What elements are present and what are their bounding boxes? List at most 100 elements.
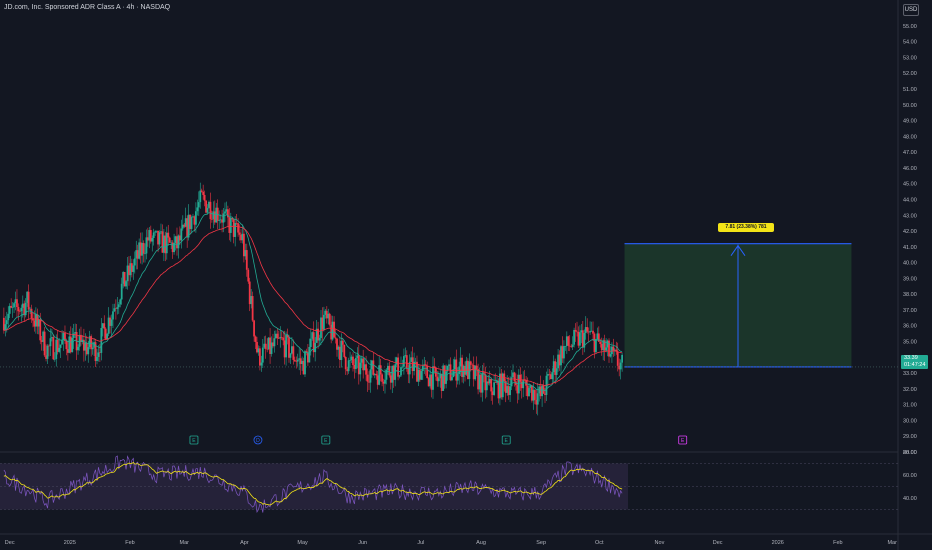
y-tick-label: 48.00	[903, 134, 917, 140]
currency-button[interactable]: USD	[903, 4, 919, 16]
candle-body	[475, 365, 478, 370]
rsi-tick-label: 40.00	[903, 496, 917, 502]
candle-body	[280, 336, 283, 338]
candle-body	[158, 232, 161, 245]
candle-body	[509, 386, 511, 396]
candle-body	[224, 211, 226, 214]
candle-body	[341, 340, 344, 345]
candle-body	[564, 345, 567, 347]
candle-body	[247, 269, 250, 282]
x-tick-label: Feb	[833, 540, 842, 546]
candle-body	[154, 231, 157, 233]
candle-body	[167, 232, 170, 238]
y-tick-label: 51.00	[903, 87, 917, 93]
candle-body	[273, 338, 276, 347]
candle-body	[574, 329, 577, 332]
candle-body	[426, 365, 429, 379]
candle-body	[97, 352, 100, 357]
earnings-marker: E	[678, 435, 688, 445]
candle-body	[437, 378, 440, 382]
candle-body	[328, 313, 331, 325]
candle-body	[567, 336, 570, 346]
candle-body	[528, 387, 530, 397]
candle-body	[206, 207, 209, 213]
candle-body	[555, 368, 558, 375]
x-tick-label: Apr	[240, 540, 249, 546]
candle-body	[168, 237, 171, 243]
candle-body	[222, 213, 225, 223]
candle-body	[388, 365, 391, 376]
candle-body	[116, 307, 119, 309]
y-tick-label: 44.00	[903, 197, 917, 203]
candle-body	[405, 355, 408, 369]
price-chart[interactable]: 55.00 54.00 53.00 52.00 51.00 50.00 49.00 48.00…	[0, 0, 932, 550]
x-tick-label: Mar	[180, 540, 190, 546]
candle-body	[203, 194, 206, 201]
candle-body	[117, 304, 120, 308]
candle-body	[58, 347, 61, 352]
candle-body	[456, 374, 459, 381]
candle-body	[289, 353, 292, 358]
candle-body	[292, 346, 295, 360]
candle-body	[365, 364, 367, 375]
candle-body	[43, 331, 46, 356]
candle-body	[202, 191, 205, 195]
candle-body	[609, 354, 612, 357]
dividend-marker: D	[253, 435, 263, 445]
candle-body	[77, 346, 79, 351]
candle-body	[285, 334, 287, 358]
rsi-tick-label: 60.00	[903, 473, 917, 479]
candle-body	[72, 333, 75, 338]
symbol-title: JD.com, Inc. Sponsored ADR Class A · 4h …	[4, 4, 171, 11]
candle-body	[112, 311, 114, 320]
candle-body	[237, 223, 239, 233]
y-tick-label: 40.00	[903, 261, 917, 267]
candle-body	[190, 217, 193, 229]
candle-body	[384, 379, 386, 384]
candle-body	[536, 393, 539, 405]
candle-body	[445, 371, 447, 384]
last-price-tag: 33.39 01:47:24	[901, 355, 928, 369]
candle-body	[132, 265, 135, 272]
x-tick-label: Jun	[358, 540, 367, 546]
candle-body	[20, 307, 23, 312]
candle-body	[451, 377, 453, 381]
y-tick-label: 29.00	[903, 434, 917, 440]
candle-body	[133, 258, 136, 266]
y-tick-label: 31.00	[903, 403, 917, 409]
earnings-marker: E	[321, 435, 331, 445]
y-tick-label: 36.00	[903, 324, 917, 330]
candle-body	[432, 366, 434, 390]
candle-body	[18, 311, 21, 312]
candle-body	[218, 220, 221, 221]
x-tick-label: Dec	[5, 540, 15, 546]
candle-body	[199, 190, 202, 203]
candle-body	[144, 253, 146, 255]
marker-label: E	[324, 438, 328, 444]
bar-countdown: 01:47:24	[904, 361, 926, 368]
candle-body	[260, 362, 263, 366]
candle-body	[53, 358, 56, 360]
candle-body	[229, 218, 232, 233]
candle-body	[519, 374, 522, 382]
candle-body	[349, 359, 351, 361]
y-tick-label: 43.00	[903, 213, 917, 219]
candle-body	[142, 242, 145, 254]
candle-body	[333, 321, 335, 338]
candle-body	[616, 351, 619, 366]
earnings-marker: E	[189, 435, 199, 445]
candle-body	[304, 351, 306, 375]
candle-body	[372, 360, 375, 375]
candle-body	[375, 373, 378, 376]
candle-body	[493, 382, 495, 395]
candle-body	[17, 307, 20, 312]
candle-body	[71, 337, 74, 353]
candle-body	[119, 299, 122, 305]
candle-body	[469, 361, 472, 365]
candle-body	[5, 320, 8, 325]
y-tick-label: 45.00	[903, 182, 917, 188]
candle-body	[563, 346, 565, 359]
y-tick-label: 33.00	[903, 371, 917, 377]
marker-label: D	[256, 438, 260, 444]
y-tick-label: 35.00	[903, 340, 917, 346]
